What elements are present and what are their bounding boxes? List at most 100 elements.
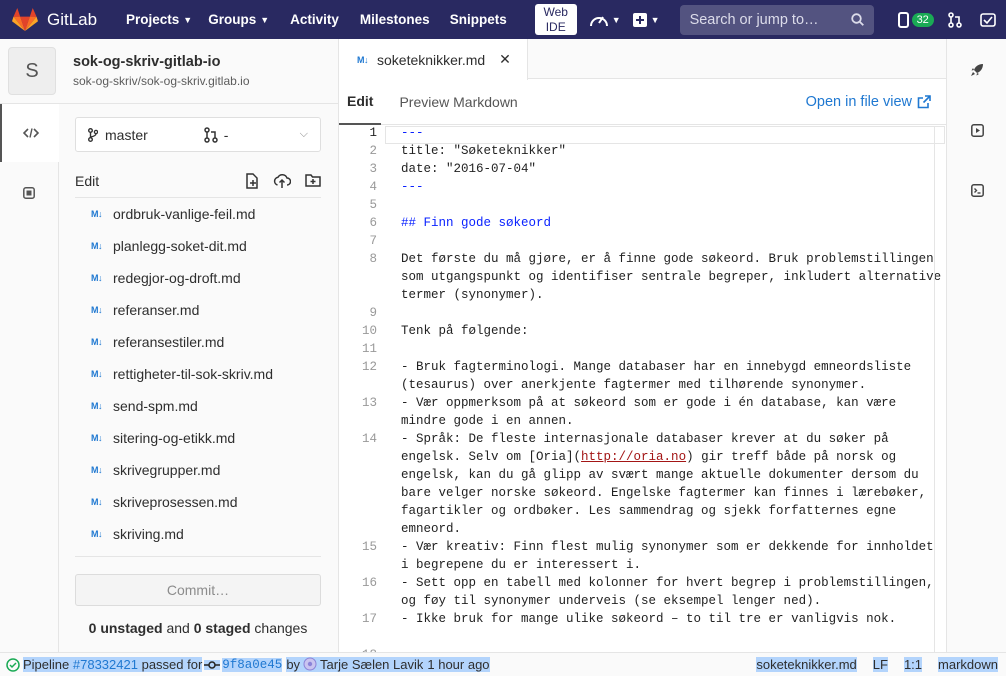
file-item[interactable]: M↓ referanser.md <box>75 294 321 326</box>
line-number: 9 <box>369 306 377 320</box>
branch-dropdown[interactable]: master - ⌵ <box>75 117 321 152</box>
file-item[interactable]: M↓ skriveprosessen.md <box>75 486 321 518</box>
play-square-icon <box>970 123 984 137</box>
file-name: ordbruk-vanlige-feil.md <box>113 206 256 222</box>
file-item[interactable]: M↓ redegjor-og-droft.md <box>75 262 321 294</box>
project-title-block: sok-og-skriv-gitlab-io sok-og-skriv/sok-… <box>73 54 250 88</box>
line-number: 2 <box>369 144 377 158</box>
commit-icon <box>204 659 221 670</box>
line-number: 1 <box>369 126 377 140</box>
file-item[interactable]: M↓ rettigheter-til-sok-skriv.md <box>75 358 321 390</box>
web-ide-line2: IDE <box>545 19 566 34</box>
line-number: 4 <box>369 180 377 194</box>
editor-tabs-bar: M↓ soketeknikker.md ✕ <box>339 39 947 80</box>
line-number-gutter: 123456789101112131415161718 <box>339 126 385 652</box>
merge-requests-link[interactable] <box>948 11 962 28</box>
commit-mode-button[interactable] <box>0 164 58 222</box>
top-navbar: GitLab Projects ▼ Groups ▼ Activity Milest… <box>0 0 1006 39</box>
file-item[interactable]: M↓ planlegg-soket-dit.md <box>75 230 321 262</box>
code-editor[interactable]: 123456789101112131415161718 ---title: "S… <box>339 126 947 652</box>
file-item[interactable]: M↓ sitering-og-etikk.md <box>75 422 321 454</box>
project-name[interactable]: sok-og-skriv-gitlab-io <box>73 54 250 70</box>
file-item[interactable]: M↓ skriving.md <box>75 518 321 550</box>
search-input[interactable] <box>689 11 840 28</box>
tree-actions <box>245 172 321 189</box>
file-item[interactable]: M↓ skrivegrupper.md <box>75 454 321 486</box>
new-item-button[interactable]: ▼ <box>632 12 660 27</box>
gitlab-logo-link[interactable]: GitLab <box>12 7 116 32</box>
search-box[interactable] <box>679 4 874 35</box>
line-number: 15 <box>361 540 377 554</box>
commit-button[interactable]: Commit… <box>75 574 321 606</box>
branch-name: master <box>105 126 148 143</box>
markdown-file-icon: M↓ <box>91 401 103 411</box>
terminal-button[interactable] <box>947 175 1006 205</box>
new-file-icon[interactable] <box>245 172 259 189</box>
file-item[interactable]: M↓ send-spm.md <box>75 390 321 422</box>
nav-snippets-label: Snippets <box>449 12 507 27</box>
nav-milestones[interactable]: Milestones <box>360 12 430 27</box>
markdown-file-icon: M↓ <box>91 497 103 507</box>
nav-projects[interactable]: Projects ▼ <box>126 12 192 27</box>
open-in-file-view-link[interactable]: Open in file view <box>806 94 931 110</box>
merge-request-value: - <box>223 126 229 143</box>
editor-tab-active[interactable]: M↓ soketeknikker.md ✕ <box>339 39 528 80</box>
code-line: - Sett opp en tabell med kolonner for hv… <box>401 576 934 590</box>
project-avatar[interactable]: S <box>8 47 56 95</box>
code-line: og føy til synonymer underveis (se eksem… <box>401 594 822 608</box>
tab-edit[interactable]: Edit <box>339 79 382 125</box>
pipelines-button[interactable] <box>947 55 1006 85</box>
nav-groups[interactable]: Groups ▼ <box>208 12 269 27</box>
edit-mode-button[interactable] <box>0 104 59 162</box>
markdown-file-icon: M↓ <box>91 305 103 315</box>
code-line: - Bruk fagterminologi. Mange databaser h… <box>401 360 912 374</box>
chevron-down-icon: ▼ <box>260 14 270 25</box>
line-number: 3 <box>369 162 377 176</box>
tree-header-label: Edit <box>75 172 100 189</box>
markdown-file-icon: M↓ <box>91 433 103 443</box>
chevron-down-icon: ▼ <box>650 14 660 25</box>
file-name: skriveprosessen.md <box>113 494 238 510</box>
ide-activity-bar <box>0 104 59 652</box>
web-ide-button[interactable]: Web IDE <box>534 4 577 35</box>
line-number: 14 <box>361 432 377 446</box>
issues-link[interactable] <box>980 12 996 27</box>
nav-milestones-label: Milestones <box>359 12 430 27</box>
branch-icon <box>88 127 98 142</box>
file-item[interactable]: M↓ referansestiler.md <box>75 326 321 358</box>
file-name: redegjor-og-droft.md <box>113 270 241 286</box>
todos-link[interactable]: 32 <box>897 11 934 28</box>
merge-request-icon <box>204 126 218 143</box>
new-folder-icon[interactable] <box>305 173 321 187</box>
changes-summary: 0 unstaged and 0 staged changes <box>75 620 321 636</box>
performance-bar-button[interactable]: ▼ <box>589 11 621 29</box>
markdown-file-icon: M↓ <box>91 273 103 283</box>
line-number: 17 <box>361 612 377 626</box>
upload-icon[interactable] <box>273 173 291 189</box>
changes-and: and <box>162 620 194 636</box>
dashboard-gauge-icon <box>589 15 608 26</box>
code-line: ## Finn gode søkeord <box>401 216 552 230</box>
markdown-file-icon: M↓ <box>91 529 103 539</box>
line-number: 6 <box>369 216 377 230</box>
commit-sha-link[interactable]: 9f8a0e45 <box>222 657 283 672</box>
code-line: emneord. <box>401 522 462 536</box>
merge-request-icon <box>948 11 962 28</box>
live-preview-button[interactable] <box>947 115 1006 145</box>
gitlab-logo-icon <box>12 7 38 31</box>
nav-activity[interactable]: Activity <box>290 12 339 27</box>
file-name: referanser.md <box>113 302 200 318</box>
pipeline-id-link[interactable]: #78332421 <box>73 657 138 672</box>
close-icon[interactable]: ✕ <box>499 51 511 68</box>
code-line: engelsk. Selv om [Oria](http://oria.no) … <box>401 450 896 464</box>
code-token-before: engelsk. Selv om <box>401 450 529 464</box>
brand-name: GitLab <box>47 9 98 29</box>
nav-snippets[interactable]: Snippets <box>450 12 507 27</box>
file-item[interactable]: M↓ ordbruk-vanlige-feil.md <box>75 198 321 230</box>
project-header: S sok-og-skriv-gitlab-io sok-og-skriv/so… <box>0 39 338 104</box>
code-line: i begrepene du er interessert i. <box>401 558 642 572</box>
tab-preview-markdown[interactable]: Preview Markdown <box>391 79 525 125</box>
markdown-file-icon: M↓ <box>357 54 369 65</box>
file-name: referansestiler.md <box>113 334 225 350</box>
line-number: 13 <box>361 396 377 410</box>
